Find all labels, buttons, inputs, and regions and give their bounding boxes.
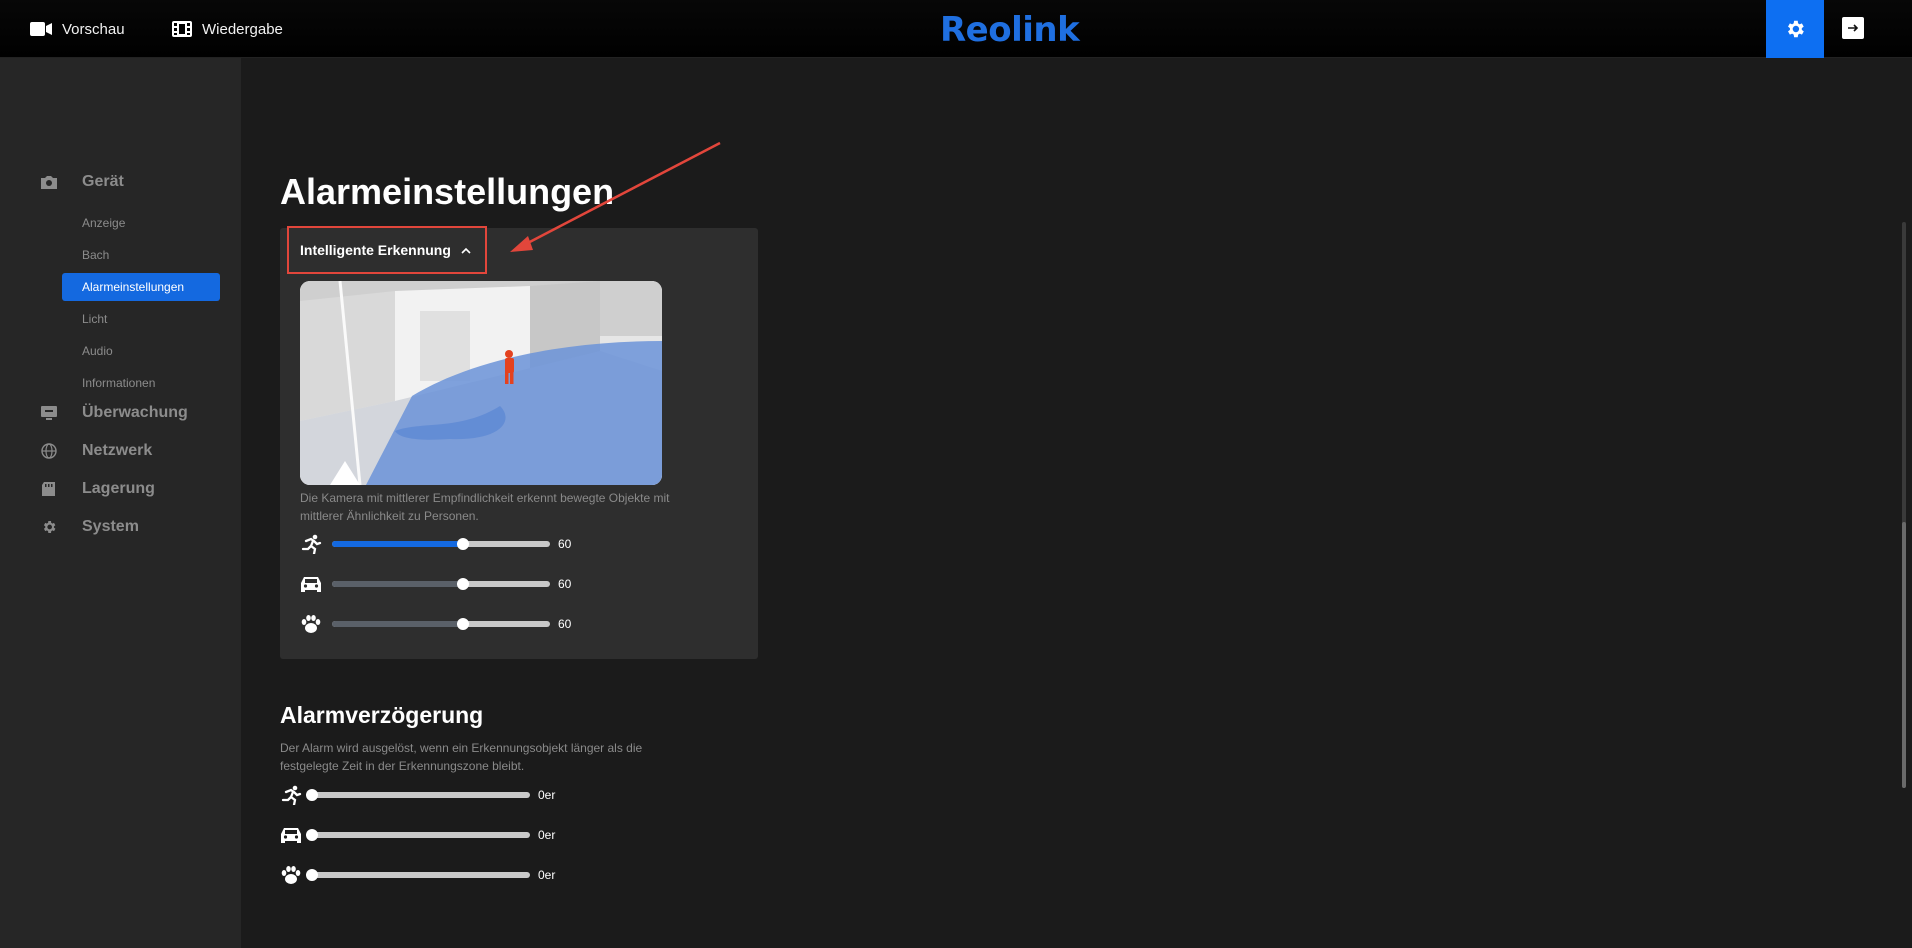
scrollbar-thumb[interactable] bbox=[1902, 522, 1906, 788]
settings-button[interactable] bbox=[1766, 0, 1824, 58]
sidebar-group-label: Überwachung bbox=[82, 404, 188, 421]
delay-track[interactable] bbox=[306, 789, 530, 801]
delay-track[interactable] bbox=[306, 829, 530, 841]
globe-icon bbox=[41, 443, 57, 459]
sidebar: Gerät Anzeige Bach Alarmeinstellungen Li… bbox=[0, 58, 241, 948]
sidebar-group-device[interactable]: Gerät bbox=[0, 167, 241, 197]
person-running-icon bbox=[281, 785, 302, 805]
sidebar-item-information[interactable]: Informationen bbox=[62, 369, 220, 397]
sidebar-group-system[interactable]: System bbox=[0, 512, 241, 542]
sidebar-item-light[interactable]: Licht bbox=[62, 305, 220, 333]
slider-thumb[interactable] bbox=[306, 829, 318, 841]
slider-thumb[interactable] bbox=[456, 618, 469, 630]
detection-preview-image bbox=[300, 281, 662, 485]
slider-value: 60 bbox=[558, 617, 572, 631]
slider-fill bbox=[332, 621, 463, 627]
sensitivity-slider-animal: 60 bbox=[300, 612, 600, 636]
sidebar-item-alarm-settings[interactable]: Alarmeinstellungen bbox=[62, 273, 220, 301]
car-icon bbox=[301, 577, 321, 592]
delay-slider-person: 0er bbox=[280, 783, 580, 807]
film-icon bbox=[172, 21, 192, 37]
gear-icon bbox=[43, 521, 56, 533]
sidebar-item-stream[interactable]: Bach bbox=[62, 241, 220, 269]
sidebar-item-display[interactable]: Anzeige bbox=[62, 209, 220, 237]
sidebar-group-label: Gerät bbox=[82, 173, 124, 190]
slider-value: 0er bbox=[538, 788, 556, 802]
alarm-delay-description: Der Alarm wird ausgelöst, wenn ein Erken… bbox=[280, 741, 643, 773]
nav-playback-label: Wiedergabe bbox=[202, 20, 283, 38]
nav-preview-label: Vorschau bbox=[62, 20, 125, 38]
slider-fill bbox=[332, 581, 463, 587]
paw-icon bbox=[301, 615, 321, 633]
sidebar-group-storage[interactable]: Lagerung bbox=[0, 474, 241, 504]
video-camera-icon bbox=[30, 22, 52, 36]
sensitivity-track[interactable] bbox=[332, 578, 550, 590]
sidebar-group-network[interactable]: Netzwerk bbox=[0, 436, 241, 466]
logout-button[interactable] bbox=[1842, 17, 1864, 39]
slider-value: 0er bbox=[538, 828, 556, 842]
scene-illustration bbox=[300, 281, 662, 485]
sidebar-group-label: Netzwerk bbox=[82, 442, 153, 459]
sidebar-group-label: Lagerung bbox=[82, 480, 155, 497]
gear-icon bbox=[1788, 20, 1804, 38]
slider-value: 0er bbox=[538, 868, 556, 882]
slider-thumb[interactable] bbox=[306, 789, 318, 801]
slider-value: 60 bbox=[558, 577, 572, 591]
smart-detection-description: Die Kamera mit mittlerer Empfindlichkeit… bbox=[300, 491, 670, 523]
page-title: Alarmeinstellungen bbox=[280, 171, 615, 212]
sidebar-group-monitoring[interactable]: Überwachung bbox=[0, 398, 241, 428]
paw-icon bbox=[281, 866, 301, 884]
monitor-icon bbox=[41, 406, 57, 420]
sidebar-group-label: System bbox=[82, 518, 139, 535]
storage-icon bbox=[42, 482, 55, 496]
slider-thumb[interactable] bbox=[456, 538, 469, 550]
delay-slider-vehicle: 0er bbox=[280, 823, 580, 847]
slider-thumb[interactable] bbox=[456, 578, 469, 590]
smart-detection-label: Intelligente Erkennung bbox=[300, 242, 451, 258]
chevron-up-icon bbox=[461, 247, 471, 254]
sensitivity-track[interactable] bbox=[332, 618, 550, 630]
delay-track[interactable] bbox=[306, 869, 530, 881]
logout-icon bbox=[1848, 24, 1859, 32]
nav-playback[interactable]: Wiedergabe bbox=[172, 0, 283, 58]
car-icon bbox=[281, 828, 301, 843]
sidebar-item-audio[interactable]: Audio bbox=[62, 337, 220, 365]
slider-fill bbox=[332, 541, 463, 547]
top-bar: Vorschau Wiedergabe Reolink bbox=[0, 0, 1912, 58]
alarm-delay-title: Alarmverzögerung bbox=[280, 702, 484, 728]
sensitivity-slider-vehicle: 60 bbox=[300, 572, 600, 596]
delay-slider-animal: 0er bbox=[280, 863, 580, 887]
slider-thumb[interactable] bbox=[306, 869, 318, 881]
reolink-logo: Reolink bbox=[940, 10, 1080, 50]
sensitivity-slider-person: 60 bbox=[300, 532, 600, 556]
camera-icon bbox=[41, 176, 57, 189]
smart-detection-toggle[interactable]: Intelligente Erkennung bbox=[287, 226, 487, 274]
person-running-icon bbox=[301, 534, 322, 554]
slider-value: 60 bbox=[558, 537, 572, 551]
nav-preview[interactable]: Vorschau bbox=[30, 0, 125, 58]
sensitivity-track[interactable] bbox=[332, 538, 550, 550]
